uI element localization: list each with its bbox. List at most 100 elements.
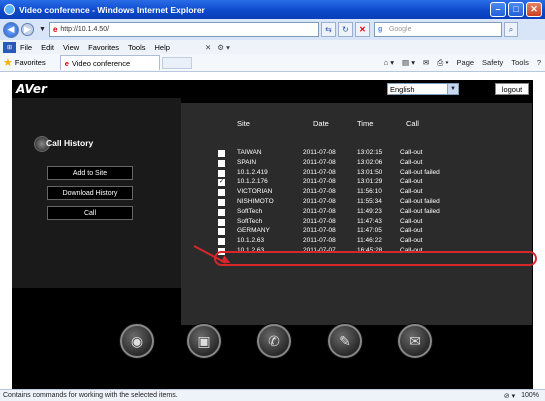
stop-icon[interactable]: ✕ [354,22,370,37]
address-bar: ◀ ▶ ▼ e http://10.1.4.50/ ⇆ ↻ ✕ g Google… [0,19,545,40]
cell-site: VICTORIAN [237,188,273,196]
maximize-button[interactable]: □ [508,2,524,17]
row-checkbox[interactable] [218,199,225,206]
row-checkbox[interactable] [218,218,225,226]
home-icon[interactable]: ⌂ ▾ [384,58,394,68]
url-text: http://10.1.4.50/ [60,26,110,33]
minimize-button[interactable]: – [490,2,506,17]
cell-date: 2011-07-08 [303,227,336,235]
row-checkbox[interactable] [218,189,225,197]
header-site: Site [237,119,250,128]
cell-date: 2011-07-08 [303,178,336,186]
aver-logo: AVer [16,82,47,96]
menu-favorites[interactable]: Favorites [88,43,119,52]
cell-call: Call-out failed [400,168,440,176]
print-icon[interactable]: ⎙ ▾ [437,58,448,68]
favorites-label[interactable]: Favorites [15,58,46,67]
language-value: English [390,84,415,94]
cell-time: 11:47:05 [357,227,382,235]
forward-button[interactable]: ▶ [21,23,34,36]
cell-time: 11:55:34 [357,198,382,205]
cell-time: 13:01:29 [357,178,383,186]
header-date: Date [313,119,329,128]
cell-site: SPAIN [237,158,257,166]
search-placeholder: Google [388,26,412,33]
cell-call: Call-out failed [400,207,440,215]
favorites-star-icon[interactable]: ★ [3,56,13,69]
page-menu[interactable]: Page [457,58,475,68]
chevron-down-icon[interactable]: ▼ [447,84,458,94]
command-bar: ⌂ ▾ ▤ ▾ ✉ ⎙ ▾ Page Safety Tools ? [384,58,541,68]
call-button[interactable]: Call [47,206,133,220]
windows-logo-icon: ⊞ [3,41,16,53]
close-button[interactable]: ✕ [526,2,542,17]
cell-time: 11:56:10 [357,188,382,196]
cell-date: 2011-07-08 [303,207,336,215]
google-icon: g [377,26,383,33]
addon-icon[interactable]: ⚙ ▾ [217,43,230,52]
cell-call: Call-out [400,158,423,166]
header-call: Call [406,119,419,128]
menu-edit[interactable]: Edit [41,43,54,52]
cell-site: 10.1.2.419 [237,168,268,176]
menu-tools[interactable]: Tools [128,43,146,52]
row-checkbox[interactable] [218,238,225,246]
refresh-icon[interactable]: ↻ [337,22,353,37]
mail-icon[interactable]: ✉ [423,58,429,68]
window-titlebar: Video conference - Windows Internet Expl… [0,0,545,19]
status-bar: Contains commands for working with the s… [0,389,545,401]
cell-time: 13:02:06 [357,158,383,166]
row-checkbox[interactable] [218,208,225,216]
cell-site: TAIWAN [237,149,262,156]
addressbook-icon[interactable]: ▣ [187,324,221,358]
security-icon[interactable]: ⊘ ▾ [504,392,515,400]
zoom-controls: ⊘ ▾ 100% [504,392,539,400]
download-history-button[interactable]: Download History [47,186,133,200]
cell-date: 2011-07-08 [303,188,336,196]
logout-button[interactable]: logout [495,83,529,95]
panel-title: Call History [46,138,94,148]
row-checkbox[interactable] [218,150,225,157]
cell-time: 11:46:22 [357,237,382,245]
tools-icon[interactable]: ✎ [328,324,362,358]
row-checkbox[interactable] [218,159,225,167]
feeds-icon[interactable]: ▤ ▾ [402,58,415,68]
cell-time: 11:47:43 [357,217,382,225]
url-input[interactable]: e http://10.1.4.50/ [48,22,319,37]
window-title: Video conference - Windows Internet Expl… [19,4,205,15]
help-icon[interactable]: ? [537,58,541,68]
cell-site: 10.1.2.63 [237,237,265,245]
phone-icon[interactable]: ✆ [257,324,291,358]
cell-date: 2011-07-08 [303,168,336,176]
close-toolbar-icon[interactable]: ✕ [205,43,211,52]
menu-view[interactable]: View [63,43,79,52]
menu-help[interactable]: Help [155,43,170,52]
back-button[interactable]: ◀ [3,21,19,38]
tab-video-conference[interactable]: e Video conference [59,55,160,70]
cell-date: 2011-07-08 [303,158,336,166]
history-dropdown-icon[interactable]: ▼ [39,26,46,33]
toolbar-extras: ✕ ⚙ ▾ [205,43,230,52]
cell-site: 10.1.2.176 [237,178,268,186]
camera-icon[interactable]: ◉ [120,324,154,358]
cell-call: Call-out failed [400,198,440,205]
compatibility-icon[interactable]: ⇆ [320,22,336,37]
mail-icon[interactable]: ✉ [398,324,432,358]
search-icon[interactable]: ⌕ [503,22,518,37]
ie-icon [4,4,15,15]
highlight-oval [214,251,537,266]
row-checkbox[interactable] [218,228,225,236]
new-tab-button[interactable] [161,56,192,69]
row-checkbox[interactable]: ✓ [218,179,225,187]
search-input[interactable]: g Google [373,22,502,37]
language-select[interactable]: English ▼ [387,83,459,95]
menu-file[interactable]: File [20,43,32,52]
window-controls: – □ ✕ [490,2,542,17]
cell-date: 2011-07-08 [303,217,336,225]
ie-page-icon: e [64,58,69,68]
zoom-level[interactable]: 100% [521,392,539,400]
safety-menu[interactable]: Safety [482,58,503,68]
add-to-site-button[interactable]: Add to Site [47,166,133,180]
row-checkbox[interactable] [218,169,225,177]
tools-menu[interactable]: Tools [511,58,529,68]
